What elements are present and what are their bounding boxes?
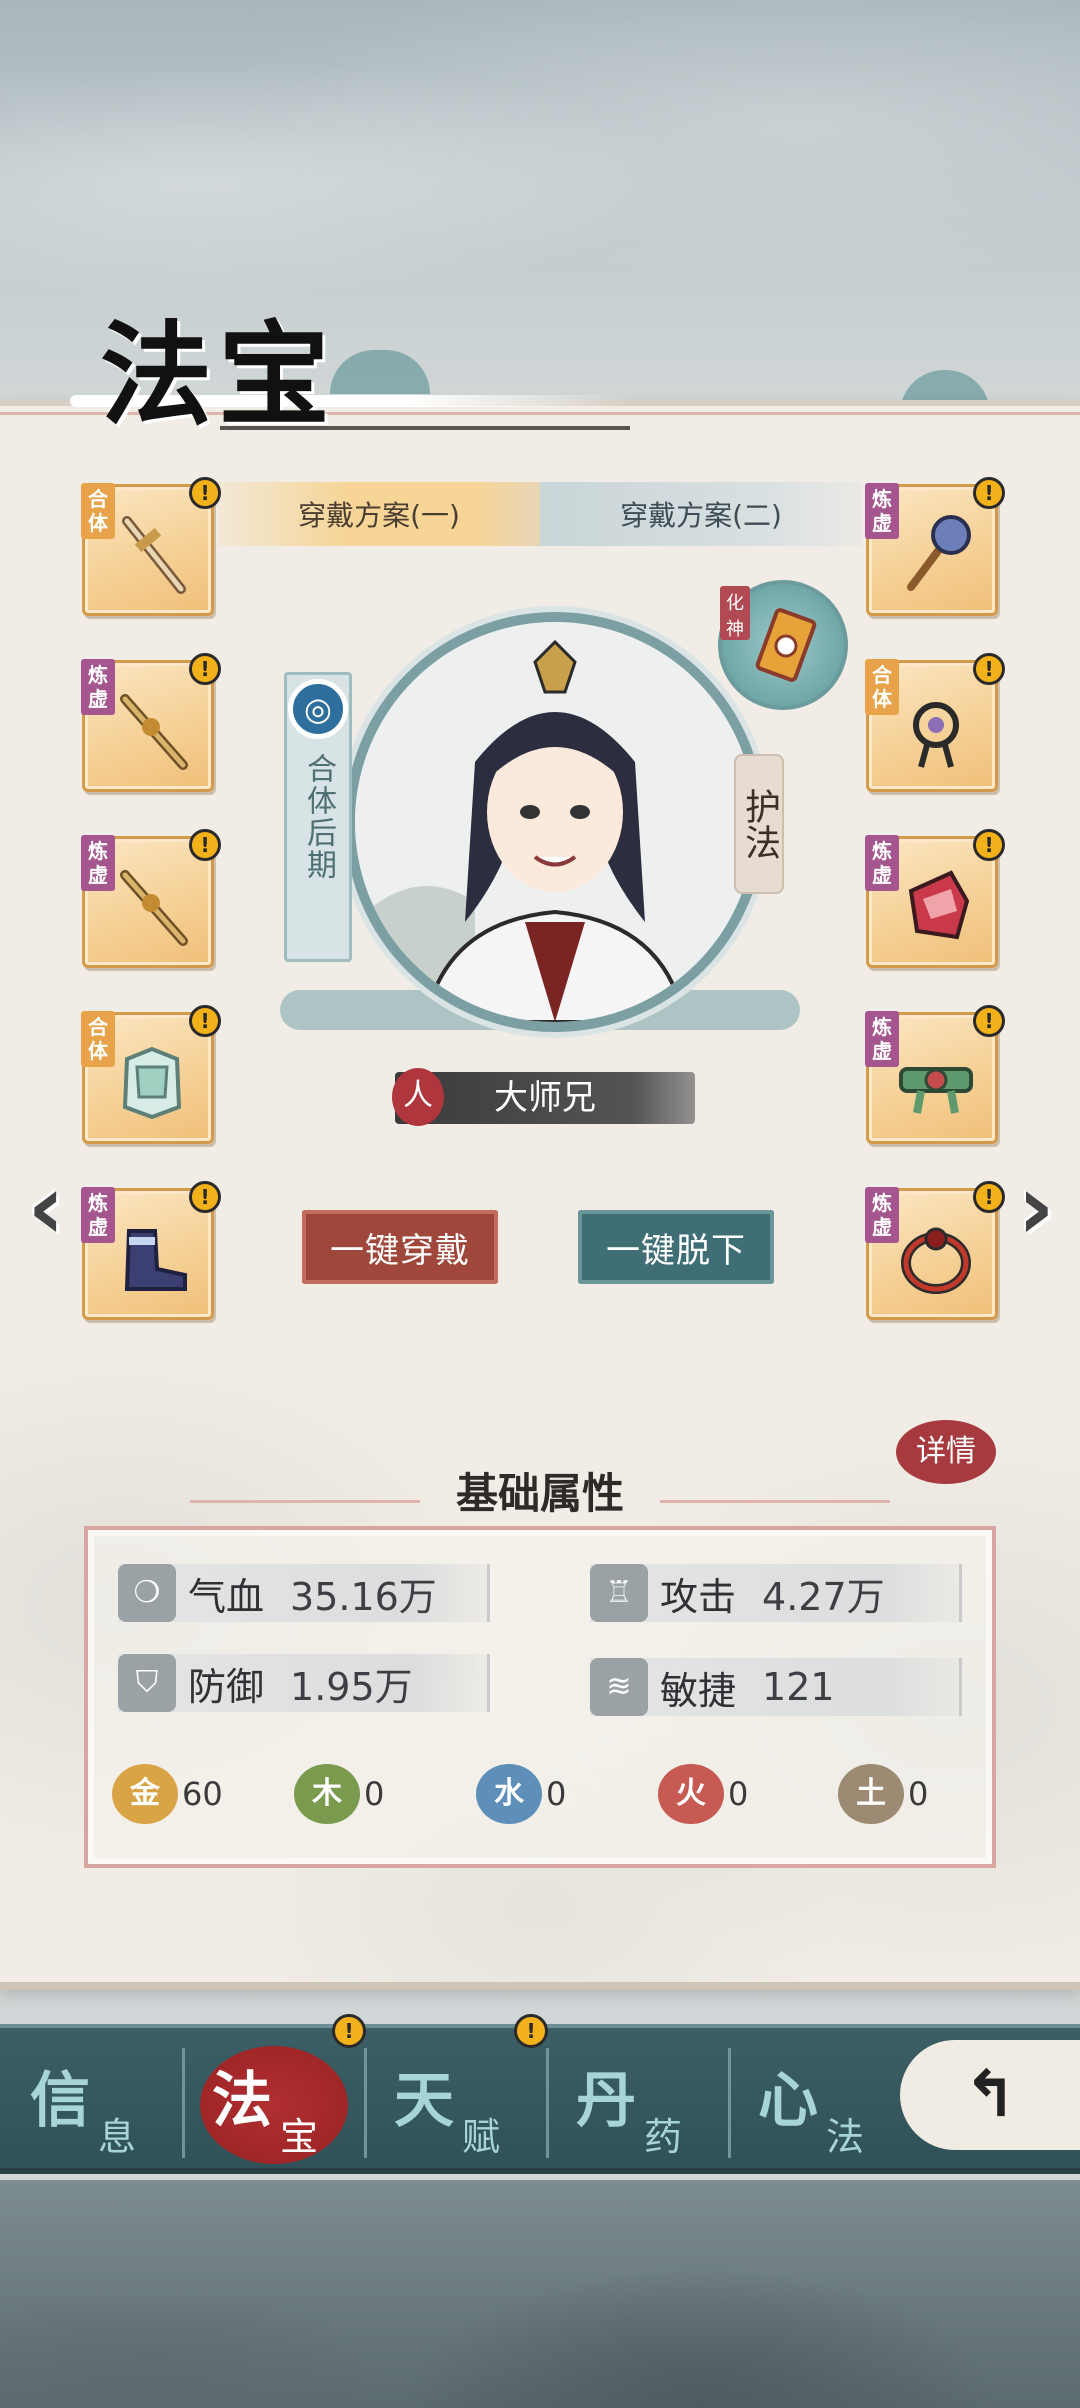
huashen-badge[interactable]: 化神	[718, 580, 848, 710]
realm-banner: ◎ 合体后期	[284, 672, 352, 962]
shield-icon: ⛉	[118, 1654, 176, 1712]
nav-label-main: 天	[394, 2066, 454, 2136]
stat-label: 气血	[188, 1574, 265, 1619]
element-value: 0	[546, 1775, 567, 1813]
alert-icon: !	[189, 653, 221, 685]
equip-slot-right-4[interactable]: 炼虚 !	[865, 1005, 1005, 1144]
fan-icon	[907, 515, 971, 591]
alert-icon: !	[514, 2014, 548, 2048]
equip-slot-left-3[interactable]: 炼虚 !	[81, 829, 221, 968]
element-earth: 土 0	[838, 1762, 928, 1826]
pendant-icon	[913, 702, 959, 768]
stat-defense: ⛉ 防御 1.95万	[118, 1654, 490, 1712]
element-value: 0	[908, 1775, 929, 1813]
equip-slot-left-1[interactable]: 合体 !	[81, 477, 221, 616]
equip-slot-right-2[interactable]: 合体 !	[865, 653, 1005, 792]
equip-slot-left-5[interactable]: 炼虚 !	[81, 1181, 221, 1320]
sword-icon	[122, 516, 186, 594]
landscape-background	[0, 2180, 1080, 2408]
equip-slot-right-1[interactable]: 炼虚 !	[865, 477, 1005, 616]
element-value: 0	[364, 1775, 385, 1813]
alert-icon: !	[332, 2014, 366, 2048]
nav-label-sub: 法	[826, 2115, 865, 2159]
page-title: 法宝	[100, 310, 336, 441]
stat-value: 35.16万	[290, 1574, 437, 1619]
element-wood: 木 0	[294, 1762, 384, 1826]
wind-icon: ≋	[590, 1658, 648, 1716]
realm-label: 合体后期	[301, 753, 336, 881]
sword-icon	[120, 870, 188, 946]
fire-element-icon: 火	[658, 1764, 724, 1824]
tab-plan-1[interactable]: 穿戴方案(一)	[218, 482, 540, 546]
alert-icon: !	[973, 1005, 1005, 1037]
stat-value: 4.27万	[762, 1574, 885, 1619]
boots-icon	[124, 1229, 187, 1291]
stat-attack: ♖ 攻击 4.27万	[590, 1564, 962, 1622]
water-element-icon: 水	[476, 1764, 542, 1824]
plan-tabs: 穿戴方案(一) 穿戴方案(二)	[218, 482, 862, 546]
nav-tab-talent[interactable]: 天 赋 !	[364, 2014, 548, 2178]
nav-label-main: 法	[212, 2066, 272, 2136]
stat-agility: ≋ 敏捷 121	[590, 1658, 962, 1716]
remove-all-button[interactable]: 一键脱下	[578, 1210, 774, 1284]
nav-label-main: 信	[30, 2066, 90, 2136]
alert-icon: !	[973, 477, 1005, 509]
armor-icon	[122, 1046, 182, 1120]
equip-slot-right-5[interactable]: 炼虚 !	[865, 1181, 1005, 1320]
gauntlet-icon	[908, 870, 970, 940]
stat-label: 防御	[188, 1664, 265, 1709]
stat-label: 攻击	[660, 1574, 737, 1619]
metal-element-icon: 金	[112, 1764, 178, 1824]
next-arrow-icon[interactable]: ›	[1004, 1160, 1068, 1256]
stat-value: 1.95万	[290, 1664, 413, 1709]
huashen-tag: 化神	[720, 586, 750, 640]
element-value: 0	[728, 1775, 749, 1813]
wear-all-button[interactable]: 一键穿戴	[302, 1210, 498, 1284]
equip-slot-left-2[interactable]: 炼虚 !	[81, 653, 221, 792]
sword-icon	[120, 694, 188, 770]
tab-plan-2[interactable]: 穿戴方案(二)	[540, 482, 862, 546]
stat-value: 121	[762, 1665, 835, 1709]
equip-slot-right-3[interactable]: 炼虚 !	[865, 829, 1005, 968]
prev-arrow-icon[interactable]: ‹	[14, 1160, 78, 1256]
earth-element-icon: 土	[838, 1764, 904, 1824]
nav-label-main: 丹	[576, 2066, 636, 2136]
alert-icon: !	[189, 1005, 221, 1037]
alert-icon: !	[189, 1181, 221, 1213]
character-avatar	[355, 622, 755, 1022]
ring-icon	[901, 1227, 971, 1294]
attack-icon: ♖	[590, 1564, 648, 1622]
nav-label-sub: 药	[644, 2115, 683, 2159]
stats-header: 基础属性	[455, 1469, 624, 1518]
alert-icon: !	[189, 829, 221, 861]
character-portrait[interactable]	[345, 612, 765, 1032]
element-fire: 火 0	[658, 1762, 748, 1826]
back-arrow-icon[interactable]: ↰	[900, 2040, 1080, 2150]
equip-slot-left-4[interactable]: 合体 !	[81, 1005, 221, 1144]
belt-icon	[899, 1067, 973, 1114]
nav-label-sub: 息	[98, 2115, 137, 2159]
swirl-icon: ◎	[288, 679, 348, 739]
alert-icon: !	[973, 829, 1005, 861]
stat-label: 敏捷	[660, 1668, 737, 1713]
nav-tab-info[interactable]: 信 息	[0, 2028, 176, 2178]
nav-tab-treasure[interactable]: 法 宝 !	[182, 2014, 366, 2178]
alert-icon: !	[973, 1181, 1005, 1213]
blood-icon: ❍	[118, 1564, 176, 1622]
wood-element-icon: 木	[294, 1764, 360, 1824]
nav-label-main: 心	[758, 2066, 818, 2136]
nav-label-sub: 赋	[462, 2115, 501, 2159]
element-value: 60	[182, 1775, 223, 1813]
nav-label-sub: 宝	[280, 2115, 319, 2159]
race-badge: 人	[392, 1068, 444, 1126]
stat-hp: ❍ 气血 35.16万	[118, 1564, 490, 1622]
element-metal: 金 60	[112, 1762, 223, 1826]
nav-tab-mind[interactable]: 心 法	[728, 2028, 904, 2178]
element-water: 水 0	[476, 1762, 566, 1826]
alert-icon: !	[189, 477, 221, 509]
guardian-button[interactable]: 护法	[734, 754, 784, 894]
alert-icon: !	[973, 653, 1005, 685]
nav-tab-pill[interactable]: 丹 药	[546, 2028, 722, 2178]
